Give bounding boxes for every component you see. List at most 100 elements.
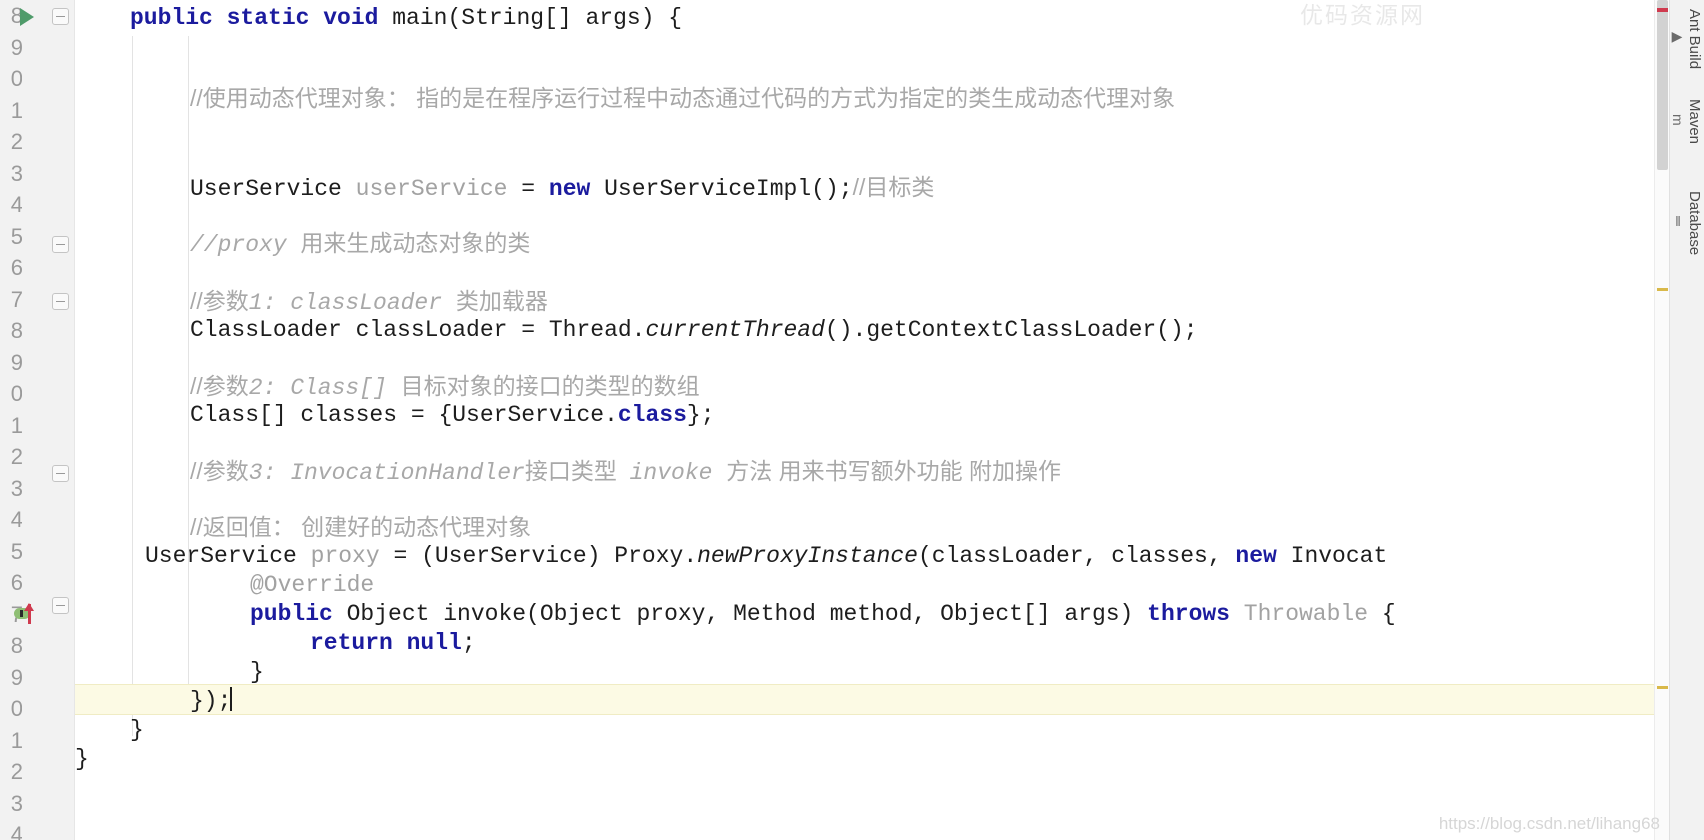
line-number: 4 [10,507,22,532]
line-number: 6 [10,255,22,280]
line-number: 1 [10,727,22,753]
line-return-null-token-0: return [310,630,407,656]
warning-stripe-marker[interactable] [1657,686,1668,689]
line-comment-proxy-class-token-0: //proxy [190,232,301,258]
line-number: 3 [10,475,22,501]
line-comment-param3-token-4: invoke [629,460,727,486]
caret-line-highlight [75,684,1669,715]
line-userservice-decl-token-1: userService [355,176,522,202]
line-invoke-method[interactable]: public Object invoke(Object proxy, Metho… [250,599,1396,631]
code-fold-icon[interactable] [52,597,69,614]
line-number: 0 [10,381,22,406]
line-classloader-decl-token-0: ClassLoader classLoader = Thread. [190,317,646,343]
up-arrow-icon [24,603,34,624]
line-proxy-newproxyinstance-token-5: new [1235,543,1291,569]
line-comment-param1-token-3: 类加载器 [455,288,548,314]
line-proxy-newproxyinstance-token-2: = (UserService) Proxy. [393,543,698,569]
line-comment-param3-token-3: 接口类型 [524,458,630,484]
line-number: 3 [10,160,22,186]
line-number: 7 [10,286,22,312]
line-invoke-method-token-2: throws [1147,601,1244,627]
line-number: 4 [10,822,22,840]
line-proxy-newproxyinstance-token-4: (classLoader, classes, [917,543,1236,569]
line-classes-array-token-0: Class[] classes = {UserService. [190,402,618,428]
ant-build-icon: ▶ [1670,29,1686,45]
right-tool-window-bar[interactable]: ▶ Ant Build m Maven ‖ Database [1669,0,1704,840]
database-icon: ‖ [1670,213,1686,229]
warning-stripe-marker[interactable] [1657,288,1668,291]
line-proxy-newproxyinstance[interactable]: UserService proxy = (UserService) Proxy.… [145,541,1387,573]
line-comment-param3-token-5: 方法 用来书写额外功能 附加操作 [726,458,1062,484]
tool-window-button-maven[interactable]: m Maven [1669,86,1704,158]
line-invoke-method-token-3: Throwable [1243,601,1382,627]
line-number: 2 [10,759,22,784]
editor-gutter[interactable]: 890123456789012345678901234 [0,0,75,840]
line-userservice-decl-token-4: UserServiceImpl(); [604,176,853,202]
line-userservice-decl-token-3: new [548,176,605,202]
line-return-null-token-1: null [406,630,462,656]
line-number: 9 [10,664,22,690]
tool-window-label: Database [1686,190,1703,256]
run-triangle-icon[interactable] [20,8,34,26]
line-return-null-token-2: ; [461,630,476,656]
line-main-signature-token-1: main(String[] args) { [392,5,683,31]
editor-scrollbar-thumb[interactable] [1657,0,1668,170]
line-close-method-brace[interactable]: } [130,715,144,747]
tool-window-button-ant-build[interactable]: ▶ Ant Build [1669,0,1704,78]
line-invoke-method-token-0: public [250,601,347,627]
line-classloader-decl[interactable]: ClassLoader classLoader = Thread.current… [190,315,1198,347]
line-comment-param1-token-2: classLoader [290,290,456,316]
line-number: 9 [10,34,22,60]
code-fold-icon[interactable] [52,236,69,253]
line-proxy-newproxyinstance-token-0: UserService [145,543,311,569]
line-classloader-decl-token-2: ().getContextClassLoader(); [824,317,1198,343]
line-comment-return[interactable]: //返回值： 创建好的动态代理对象 [190,512,531,544]
line-userservice-decl-token-2: = [521,176,549,202]
line-comment-param3-token-1: 3: [248,460,291,486]
line-comment-param1[interactable]: //参数1: classLoader 类加载器 [190,286,548,318]
line-comment-param3[interactable]: //参数3: InvocationHandler接口类型 invoke 方法 用… [190,456,1061,488]
code-fold-icon[interactable] [52,8,69,25]
line-invoke-method-token-4: { [1381,601,1396,627]
line-classloader-decl-token-1: currentThread [645,317,825,343]
line-number: 6 [10,570,22,595]
line-comment-param2-token-3: 目标对象的接口的类型的数组 [400,373,700,399]
line-classes-array-token-2: }; [686,402,715,428]
line-main-signature[interactable]: public static void main(String[] args) { [130,3,682,35]
line-comment-param2-token-1: 2: [248,375,291,401]
code-text-area[interactable]: public static void main(String[] args) {… [75,0,1669,840]
line-userservice-decl[interactable]: UserService userService = new UserServic… [190,172,934,204]
ide-editor-window: 890123456789012345678901234 public stati… [0,0,1704,840]
line-number-column: 890123456789012345678901234 [0,0,22,840]
line-comment-param2[interactable]: //参数2: Class[] 目标对象的接口的类型的数组 [190,371,700,403]
tool-window-label: Maven [1686,99,1703,145]
line-comment-dynamic-proxy[interactable]: //使用动态代理对象： 指的是在程序运行过程中动态通过代码的方式为指定的类生成动… [190,83,1175,115]
indent-guide [132,36,133,736]
line-return-null[interactable]: return null; [310,628,476,660]
line-number: 8 [10,633,22,658]
line-classes-array-token-1: class [617,402,687,428]
line-number: 0 [10,66,22,91]
line-comment-proxy-class[interactable]: //proxy 用来生成动态对象的类 [190,228,530,260]
code-fold-icon[interactable] [52,465,69,482]
watermark-blog-url: https://blog.csdn.net/lihang68 [1438,814,1660,833]
tool-window-button-database[interactable]: ‖ Database [1669,168,1704,278]
line-proxy-newproxyinstance-token-3: newProxyInstance [697,543,918,569]
code-fold-icon[interactable] [52,293,69,310]
line-comment-param1-token-1: 1: [248,290,291,316]
line-userservice-decl-token-5: //目标类 [852,174,935,200]
line-number: 5 [10,538,22,564]
line-proxy-newproxyinstance-token-1: proxy [310,543,394,569]
line-comment-param1-token-0: //参数 [190,288,249,314]
line-classes-array[interactable]: Class[] classes = {UserService.class}; [190,400,715,432]
line-override-annotation[interactable]: @Override [250,570,374,602]
line-number: 4 [10,192,22,217]
line-close-method-brace-token-0: } [130,717,144,743]
line-userservice-decl-token-0: UserService [190,176,356,202]
modified-line-marker-icon[interactable] [14,603,44,626]
error-stripe-marker[interactable] [1657,8,1668,12]
line-override-annotation-token-0: @Override [250,572,375,598]
line-close-class-brace[interactable]: } [75,744,89,776]
line-close-paren-semicolon[interactable]: }); [190,686,233,718]
indent-guide [188,560,189,690]
